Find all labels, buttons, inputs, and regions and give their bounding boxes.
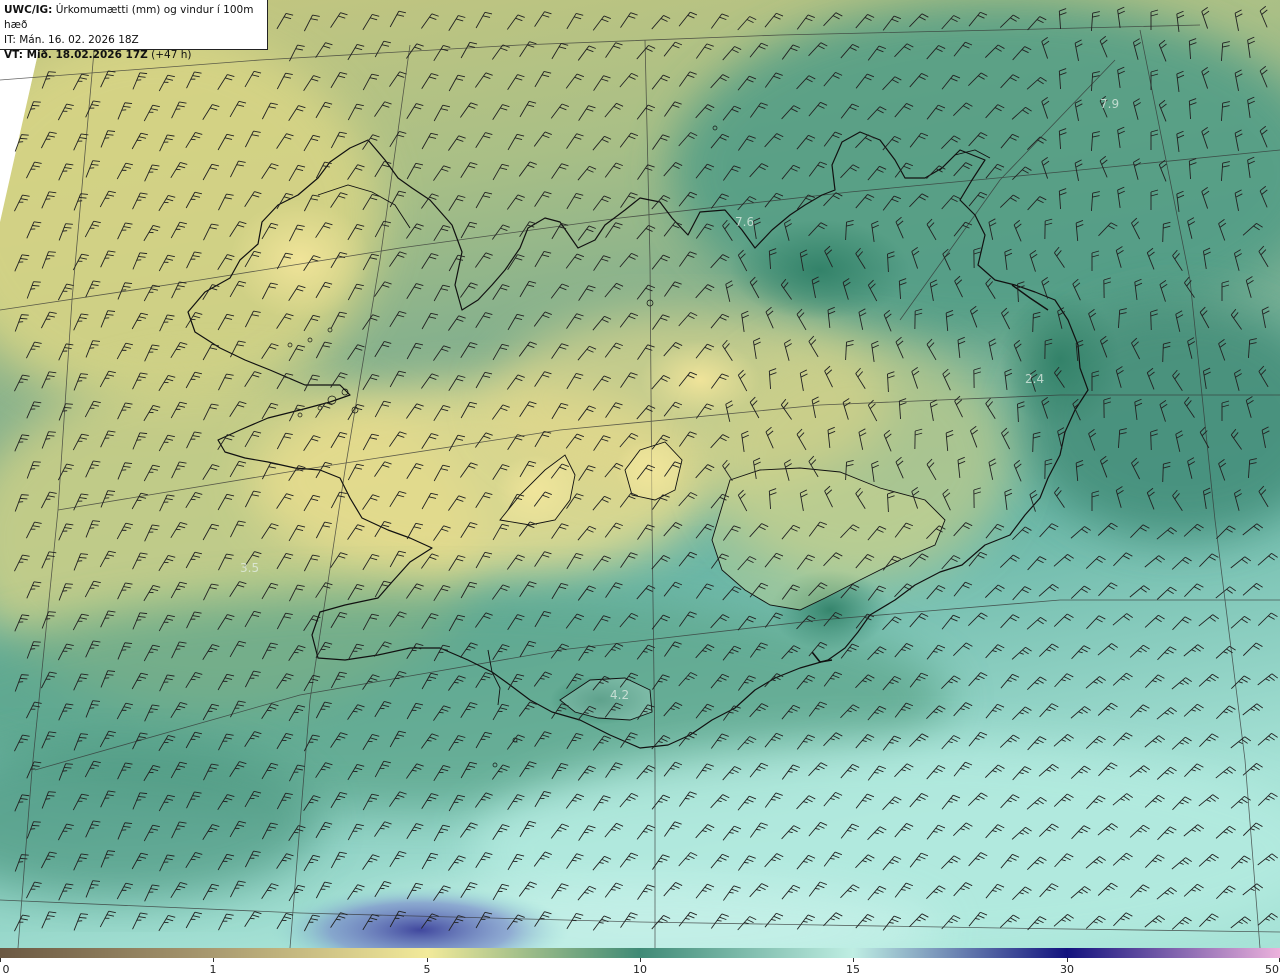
map-label-5: 4.2	[610, 688, 629, 702]
colorbar-segment	[853, 948, 1067, 958]
map-canvas[interactable]: 7.9 7.6 2.4 3.5 4.2	[0, 0, 1280, 948]
map-svg: 7.9 7.6 2.4 3.5 4.2	[0, 0, 1280, 948]
forecast-offset: (+47 h)	[147, 49, 192, 61]
map-label-4: 3.5	[240, 561, 259, 575]
colorbar-tick	[853, 958, 854, 962]
colorbar-label: 0	[2, 963, 10, 976]
initial-time: IT: Mán. 16. 02. 2026 18Z	[4, 34, 139, 46]
colorbar-label: 30	[1060, 963, 1074, 976]
map-viewer: 7.9 7.6 2.4 3.5 4.2 UWC/IG: Úrkomumætti …	[0, 0, 1280, 978]
colorbar-segment	[1067, 948, 1280, 958]
colorbar-segment	[640, 948, 853, 958]
colorbar-strip	[0, 948, 1280, 958]
colorbar-tick	[427, 958, 428, 962]
colorbar-segment	[0, 948, 213, 958]
colorbar-label: 5	[423, 963, 431, 976]
map-label-3: 2.4	[1025, 372, 1044, 386]
colorbar-tick	[640, 958, 641, 962]
header-line-3: VT: Mið. 18.02.2026 17Z (+47 h)	[4, 48, 263, 63]
colorbar-segment	[213, 948, 427, 958]
valid-time: VT: Mið. 18.02.2026 17Z	[4, 49, 148, 61]
colorbar: 0 1 5 10 15 30 50	[0, 948, 1280, 978]
colorbar-label: 1	[209, 963, 217, 976]
header-line-1: UWC/IG: Úrkomumætti (mm) og vindur í 100…	[4, 3, 263, 33]
info-header: UWC/IG: Úrkomumætti (mm) og vindur í 100…	[0, 0, 268, 61]
colorbar-tick	[213, 958, 214, 962]
colorbar-label: 15	[846, 963, 860, 976]
colorbar-tick	[1067, 958, 1068, 962]
colorbar-label: 10	[633, 963, 647, 976]
colorbar-label: 50	[1265, 963, 1279, 976]
model-name: UWC/IG:	[4, 4, 53, 16]
colorbar-segment	[427, 948, 640, 958]
map-label-1: 7.9	[1100, 97, 1119, 111]
map-label-2: 7.6	[735, 215, 754, 229]
colorbar-tick	[0, 958, 1, 962]
